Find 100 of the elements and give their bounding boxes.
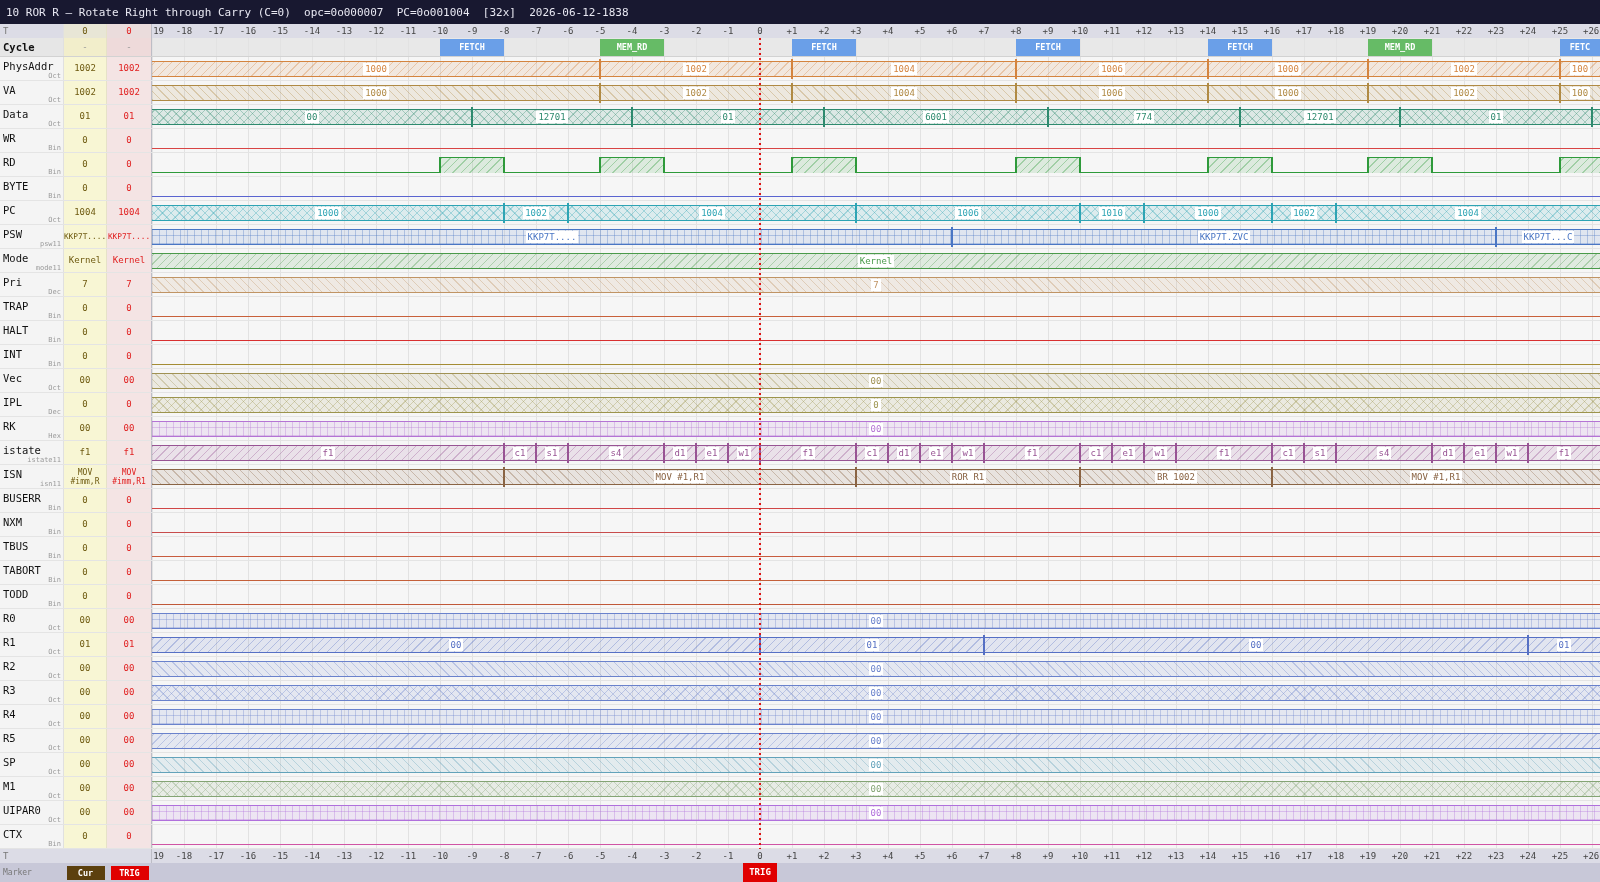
tick-label: +26 xyxy=(1583,25,1600,37)
bus-value: 1000 xyxy=(363,63,389,75)
signal-name: TRAP xyxy=(3,299,29,312)
tick-label: -16 xyxy=(239,25,257,37)
tick-label: -13 xyxy=(335,850,353,862)
tick-label: +1 xyxy=(786,850,798,862)
trigger-flag[interactable]: TRIG xyxy=(743,863,777,882)
tick-label: -12 xyxy=(367,850,385,862)
bus-value: 00 xyxy=(868,423,884,435)
signal-name: R0 xyxy=(3,611,16,624)
tick-label: -2 xyxy=(690,850,702,862)
trigger-value: 0 xyxy=(126,327,132,338)
signal-name: Pri xyxy=(3,275,22,288)
tick-label: -8 xyxy=(498,850,510,862)
signal-name: R3 xyxy=(3,683,16,696)
cursor-value: 0 xyxy=(82,351,88,362)
bus-value: w1 xyxy=(960,447,976,459)
trigger-value: 00 xyxy=(123,615,135,626)
bus-value: KKP7T.ZVC xyxy=(1197,231,1251,243)
signal-name: INT xyxy=(3,347,22,360)
bus-value: 00 xyxy=(868,375,884,387)
signal-name: HALT xyxy=(3,323,29,336)
tick-label: +17 xyxy=(1295,850,1313,862)
tick-label: -4 xyxy=(626,850,638,862)
cursor-marker[interactable]: Cur xyxy=(66,865,105,880)
tick-label: -2 xyxy=(690,25,702,37)
bus-value: ROR R1 xyxy=(949,471,987,483)
tick-label: +7 xyxy=(978,25,990,37)
trigger-value: 7 xyxy=(126,279,132,290)
bus-value: 774 xyxy=(1133,111,1155,123)
cursor-value: 00 xyxy=(79,615,91,626)
tick-label: +21 xyxy=(1423,850,1441,862)
tick-label: +24 xyxy=(1519,25,1537,37)
cursor-value: 0 xyxy=(82,831,88,842)
tick-label: +17 xyxy=(1295,25,1313,37)
signal-name: PSW xyxy=(3,227,22,240)
bus-value: 1002 xyxy=(1291,207,1317,219)
tick-label: +24 xyxy=(1519,850,1537,862)
tick-label: +16 xyxy=(1263,850,1281,862)
tick-label: -18 xyxy=(175,850,193,862)
tick-label: -9 xyxy=(466,850,478,862)
tick-label: +20 xyxy=(1391,25,1409,37)
cursor-value: 01 xyxy=(79,111,91,122)
trigger-marker[interactable]: TRIG xyxy=(110,865,149,880)
tick-label: +4 xyxy=(882,850,894,862)
signal-name: Data xyxy=(3,107,29,120)
cycle-phase: MEM_RD xyxy=(600,38,664,56)
tick-label: -5 xyxy=(594,25,606,37)
tick-label: +1 xyxy=(786,25,798,37)
bus-value: f1 xyxy=(320,447,336,459)
cursor-value: 0 xyxy=(82,591,88,602)
tick-label: +25 xyxy=(1551,850,1569,862)
tick-label: 0 xyxy=(757,850,763,862)
tick-label: -11 xyxy=(399,25,417,37)
tick-label: +11 xyxy=(1103,25,1121,37)
tick-label: -9 xyxy=(466,25,478,37)
signal-name: ISN xyxy=(3,467,22,480)
tick-label: +12 xyxy=(1135,25,1153,37)
cursor-value: - xyxy=(82,41,88,53)
bus-value: 00 xyxy=(448,639,464,651)
tick-label: -8 xyxy=(498,25,510,37)
signal-name: IPL xyxy=(3,395,22,408)
tick-label: -4 xyxy=(626,25,638,37)
signal-name: M1 xyxy=(3,779,16,792)
trigger-value: 0 xyxy=(126,591,132,602)
trigger-value: 0 xyxy=(126,543,132,554)
cursor-value: 00 xyxy=(79,423,91,434)
cycle-phase: FETCH xyxy=(1016,38,1080,56)
signal-name: PhysAddr xyxy=(3,59,54,72)
trigger-value: Kernel xyxy=(112,255,146,266)
bus-value: 1000 xyxy=(1195,207,1221,219)
cursor-value: 1004 xyxy=(74,207,96,218)
bus-value: 1000 xyxy=(315,207,341,219)
bus-value: 1006 xyxy=(1099,63,1125,75)
cursor-value: 00 xyxy=(79,711,91,722)
cursor-value: 1002 xyxy=(74,87,96,98)
signal-name: Vec xyxy=(3,371,22,384)
cursor-value: Kernel xyxy=(68,255,102,266)
signal-name: BYTE xyxy=(3,179,29,192)
bus-value: 1002 xyxy=(1451,63,1477,75)
tick-label: +22 xyxy=(1455,850,1473,862)
bus-value: 00 xyxy=(868,783,884,795)
tick-label: -17 xyxy=(207,25,225,37)
bus-value: 00 xyxy=(868,615,884,627)
tick-label: -3 xyxy=(658,25,670,37)
bus-value: s4 xyxy=(608,447,624,459)
signal-name: SP xyxy=(3,755,16,768)
tick-label: +23 xyxy=(1487,850,1505,862)
tick-label: +14 xyxy=(1199,850,1217,862)
bus-value: 12701 xyxy=(1304,111,1336,123)
bus-value: 00 xyxy=(868,663,884,675)
bus-value: 1004 xyxy=(891,63,917,75)
bus-value: KKP7T.... xyxy=(525,231,579,243)
tick-label: +21 xyxy=(1423,25,1441,37)
bus-value: e1 xyxy=(1120,447,1136,459)
cursor-value: 0 xyxy=(82,135,88,146)
trigger-value: 00 xyxy=(123,663,135,674)
tick-label: +9 xyxy=(1042,850,1054,862)
cursor-time: 0 xyxy=(82,25,88,37)
tick-label: 19 xyxy=(153,850,164,862)
